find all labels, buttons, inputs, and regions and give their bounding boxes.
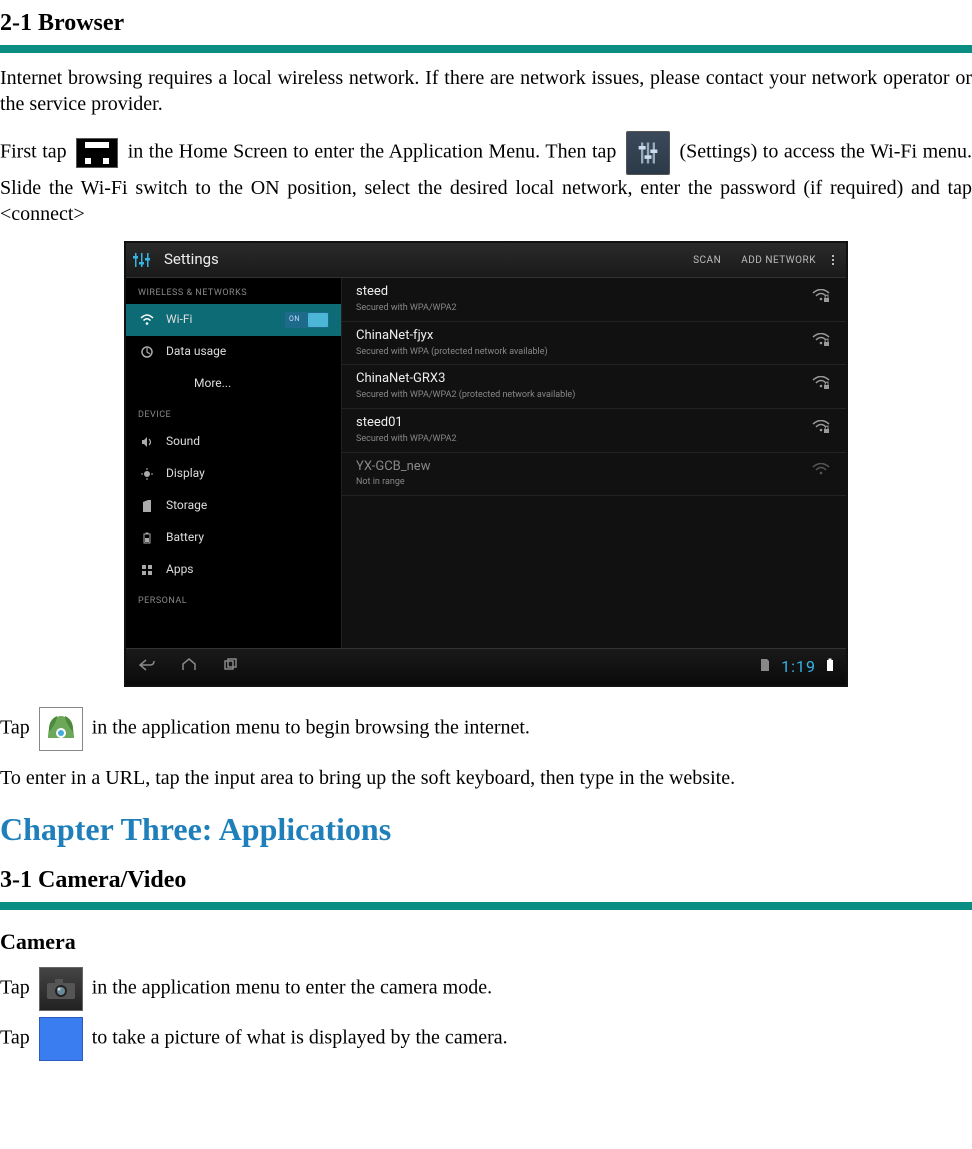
scan-button[interactable]: SCAN	[683, 254, 731, 267]
network-name: YX-GCB_new	[356, 459, 812, 476]
sidebar-label: Display	[166, 466, 205, 482]
apps-icon	[138, 564, 156, 576]
wifi-signal-icon	[812, 376, 832, 397]
wifi-signal-icon	[812, 333, 832, 354]
sidebar-label: Sound	[166, 434, 200, 450]
clock-time: 1:19	[781, 657, 816, 678]
intro-paragraph: Internet browsing requires a local wirel…	[0, 65, 972, 117]
screenshot-title: Settings	[164, 250, 683, 270]
back-icon[interactable]	[138, 658, 156, 677]
wifi-instructions: First tap in the Home Screen to enter th…	[0, 131, 972, 227]
camera-tap-instruction: Tap in the application menu to enter the…	[0, 967, 972, 1011]
battery-icon	[138, 532, 156, 544]
text: Tap	[0, 1026, 35, 1048]
text: First tap	[0, 141, 72, 163]
personal-section-label: PERSONAL	[126, 586, 341, 612]
wifi-network-item[interactable]: steed Secured with WPA/WPA2	[342, 278, 846, 322]
sidebar-label: Data usage	[166, 344, 226, 360]
browser-tap-instruction: Tap in the application menu to begin bro…	[0, 707, 972, 751]
wifi-network-item[interactable]: ChinaNet-fjyx Secured with WPA (protected…	[342, 322, 846, 366]
wifi-settings-screenshot: Settings SCAN ADD NETWORK WIRELESS & NET…	[124, 241, 848, 687]
sd-icon	[138, 500, 156, 512]
network-name: steed	[356, 284, 812, 301]
url-instruction: To enter in a URL, tap the input area to…	[0, 765, 972, 791]
android-navbar: 1:19	[126, 648, 846, 685]
browser-icon	[39, 707, 83, 751]
wifi-signal-icon	[812, 463, 832, 484]
apps-grid-icon	[76, 138, 118, 168]
sd-card-icon	[759, 658, 771, 676]
sidebar-item[interactable]: Apps	[126, 554, 341, 586]
text: Tap	[0, 976, 35, 998]
home-icon[interactable]	[180, 658, 198, 677]
text: in the Home Screen to enter the Applicat…	[128, 141, 622, 163]
wifi-signal-icon	[812, 289, 832, 310]
settings-sliders-icon	[132, 251, 156, 269]
wifi-network-list: steed Secured with WPA/WPA2 ChinaNet-fjyx S…	[342, 278, 846, 648]
network-name: ChinaNet-fjyx	[356, 328, 812, 345]
wifi-network-item[interactable]: YX-GCB_newNot in range	[342, 453, 846, 497]
battery-icon	[826, 657, 834, 678]
sidebar-item[interactable]: Wi-Fi ON	[126, 304, 341, 336]
camera-subheading: Camera	[0, 928, 972, 957]
sidebar-item[interactable]: Battery	[126, 522, 341, 554]
display-icon	[138, 468, 156, 480]
sidebar-label: Apps	[166, 562, 194, 578]
wifi-signal-icon	[812, 420, 832, 441]
chapter-three-title: Chapter Three: Applications	[0, 809, 972, 851]
sidebar-item[interactable]: Sound	[126, 426, 341, 458]
network-name: steed01	[356, 415, 812, 432]
sidebar-label: Wi-Fi	[166, 312, 192, 328]
wifi-network-item[interactable]: steed01 Secured with WPA/WPA2	[342, 409, 846, 453]
settings-sidebar: WIRELESS & NETWORKS Wi-Fi ON Data usage Mor…	[126, 278, 342, 648]
wifi-switch[interactable]: ON	[285, 312, 329, 328]
overflow-menu-icon[interactable]	[826, 253, 840, 267]
text: in the application menu to begin browsin…	[92, 717, 530, 739]
network-security: Secured with WPA/WPA2	[356, 303, 812, 315]
sidebar-item[interactable]: Display	[126, 458, 341, 490]
screenshot-header: Settings SCAN ADD NETWORK	[126, 243, 846, 278]
device-section-label: DEVICE	[126, 400, 341, 426]
text: to take a picture of what is displayed b…	[92, 1026, 508, 1048]
sidebar-label: Battery	[166, 530, 204, 546]
sidebar-label: Storage	[166, 498, 207, 514]
sidebar-item[interactable]: Storage	[126, 490, 341, 522]
wireless-section-label: WIRELESS & NETWORKS	[126, 278, 341, 304]
network-name: ChinaNet-GRX3	[356, 371, 812, 388]
section-2-1-title: 2-1 Browser	[0, 8, 972, 39]
speaker-icon	[138, 436, 156, 448]
network-security: Not in range	[356, 477, 812, 489]
circle-icon	[138, 346, 156, 358]
text: in the application menu to enter the cam…	[92, 976, 492, 998]
divider	[0, 902, 972, 910]
text: Tap	[0, 717, 35, 739]
network-security: Secured with WPA/WPA2 (protected network…	[356, 390, 812, 402]
sidebar-item[interactable]: More...	[126, 368, 341, 400]
sidebar-item[interactable]: Data usage	[126, 336, 341, 368]
settings-icon	[626, 131, 670, 175]
divider	[0, 45, 972, 53]
camera-icon	[39, 967, 83, 1011]
wifi-network-item[interactable]: ChinaNet-GRX3 Secured with WPA/WPA2 (prot…	[342, 365, 846, 409]
shutter-icon	[39, 1017, 83, 1061]
shutter-tap-instruction: Tap to take a picture of what is display…	[0, 1017, 972, 1061]
network-security: Secured with WPA/WPA2	[356, 434, 812, 446]
wifi-icon	[138, 314, 156, 326]
sidebar-label: More...	[194, 376, 231, 392]
recents-icon[interactable]	[222, 658, 240, 677]
network-security: Secured with WPA (protected network avai…	[356, 347, 812, 359]
section-3-1-title: 3-1 Camera/Video	[0, 865, 972, 896]
add-network-button[interactable]: ADD NETWORK	[731, 254, 826, 267]
